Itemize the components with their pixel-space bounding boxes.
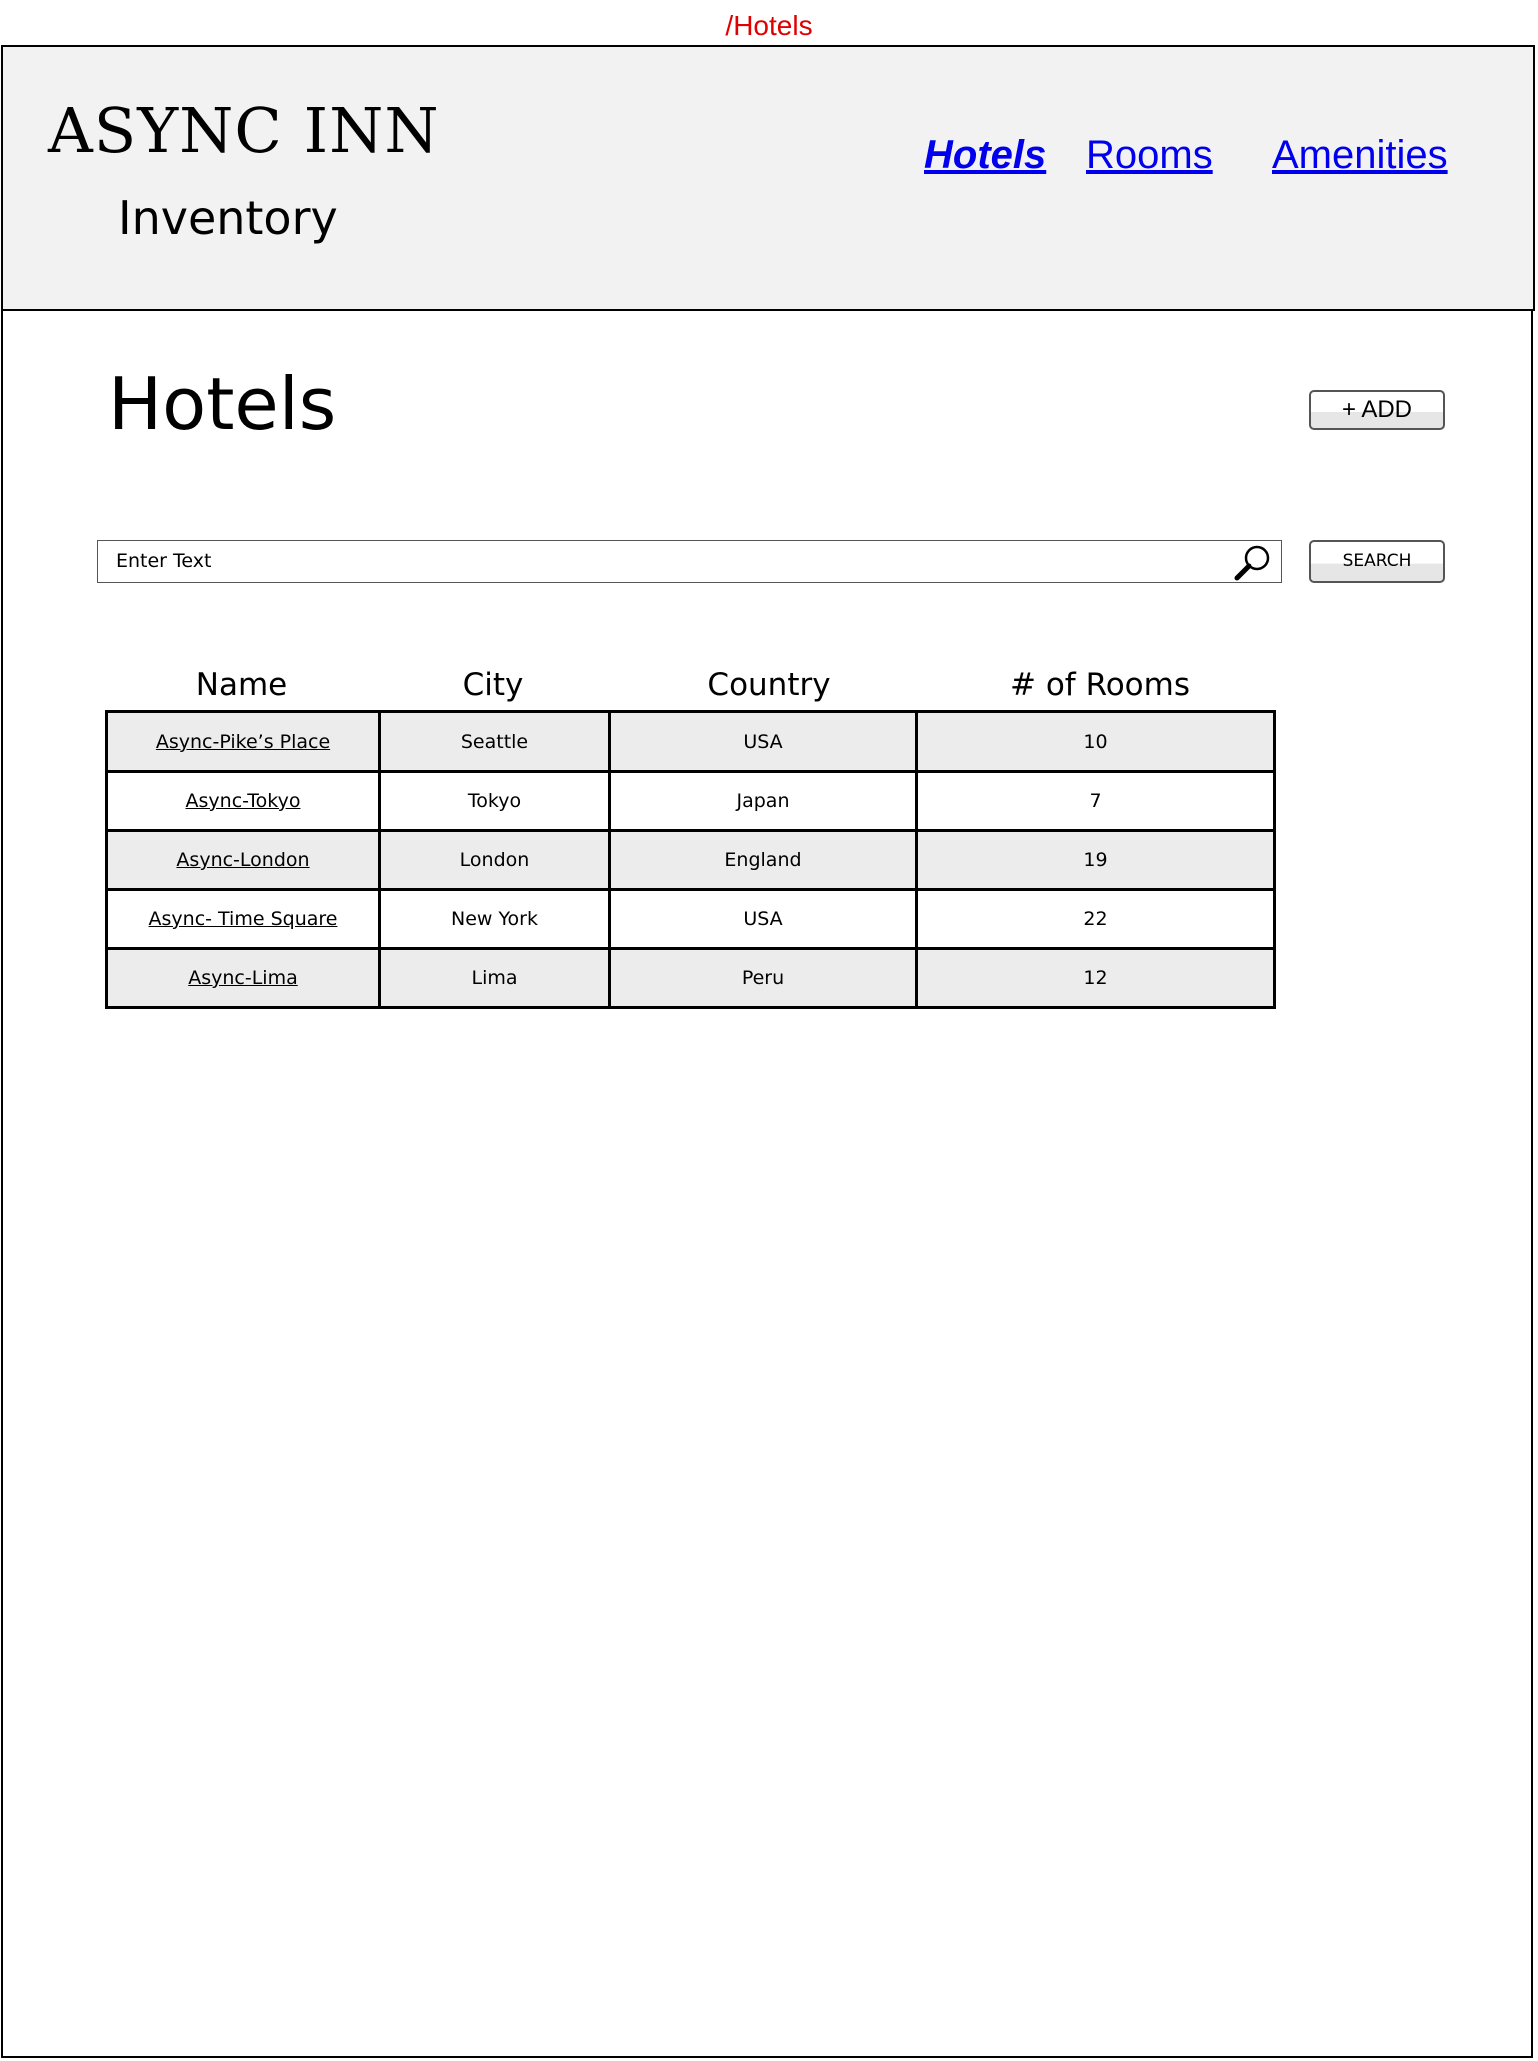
search-box bbox=[97, 540, 1282, 583]
table-row: Async-Lima Lima Peru 12 bbox=[105, 947, 1276, 1009]
search-button[interactable]: SEARCH bbox=[1309, 540, 1445, 583]
page-frame bbox=[1, 45, 1533, 2058]
table-row: Async-London London England 19 bbox=[105, 829, 1276, 891]
cell-name: Async-Tokyo bbox=[105, 770, 381, 832]
nav-link-hotels[interactable]: Hotels bbox=[924, 133, 1046, 178]
search-input[interactable] bbox=[116, 545, 1216, 577]
cell-rooms: 19 bbox=[915, 829, 1276, 891]
cell-name: Async-London bbox=[105, 829, 381, 891]
cell-country: Japan bbox=[608, 770, 918, 832]
cell-country: England bbox=[608, 829, 918, 891]
header-bar bbox=[1, 45, 1535, 311]
cell-name: Async-Pike’s Place bbox=[105, 710, 381, 773]
nav-link-rooms[interactable]: Rooms bbox=[1086, 133, 1213, 178]
table-row: Async- Time Square New York USA 22 bbox=[105, 888, 1276, 950]
add-button[interactable]: + ADD bbox=[1309, 390, 1445, 430]
nav-link-amenities[interactable]: Amenities bbox=[1272, 133, 1448, 178]
table-row: Async-Tokyo Tokyo Japan 7 bbox=[105, 770, 1276, 832]
cell-country: Peru bbox=[608, 947, 918, 1009]
cell-country: USA bbox=[608, 710, 918, 773]
cell-city: Lima bbox=[378, 947, 611, 1009]
table-row: Async-Pike’s Place Seattle USA 10 bbox=[105, 710, 1276, 773]
column-header-city: City bbox=[462, 667, 524, 703]
cell-country: USA bbox=[608, 888, 918, 950]
cell-city: New York bbox=[378, 888, 611, 950]
hotel-name-link[interactable]: Async-Lima bbox=[188, 967, 298, 989]
cell-rooms: 22 bbox=[915, 888, 1276, 950]
hotel-name-link[interactable]: Async- Time Square bbox=[149, 908, 338, 930]
hotel-name-link[interactable]: Async-Tokyo bbox=[186, 790, 301, 812]
cell-name: Async- Time Square bbox=[105, 888, 381, 950]
cell-name: Async-Lima bbox=[105, 947, 381, 1009]
page-title: Hotels bbox=[108, 362, 337, 446]
hotels-table: Async-Pike’s Place Seattle USA 10 Async-… bbox=[105, 710, 1276, 1009]
cell-city: London bbox=[378, 829, 611, 891]
column-header-country: Country bbox=[707, 667, 831, 703]
cell-city: Seattle bbox=[378, 710, 611, 773]
hotel-name-link[interactable]: Async-London bbox=[176, 849, 309, 871]
cell-rooms: 12 bbox=[915, 947, 1276, 1009]
cell-rooms: 10 bbox=[915, 710, 1276, 773]
column-header-name: Name bbox=[195, 667, 288, 703]
brand-subtitle: Inventory bbox=[118, 191, 338, 245]
cell-city: Tokyo bbox=[378, 770, 611, 832]
search-icon[interactable] bbox=[1233, 543, 1273, 581]
route-label: /Hotels bbox=[725, 10, 813, 41]
cell-rooms: 7 bbox=[915, 770, 1276, 832]
brand-title: ASYNC INN bbox=[48, 94, 440, 167]
hotel-name-link[interactable]: Async-Pike’s Place bbox=[156, 731, 330, 753]
column-header-rooms: # of Rooms bbox=[1010, 667, 1190, 703]
